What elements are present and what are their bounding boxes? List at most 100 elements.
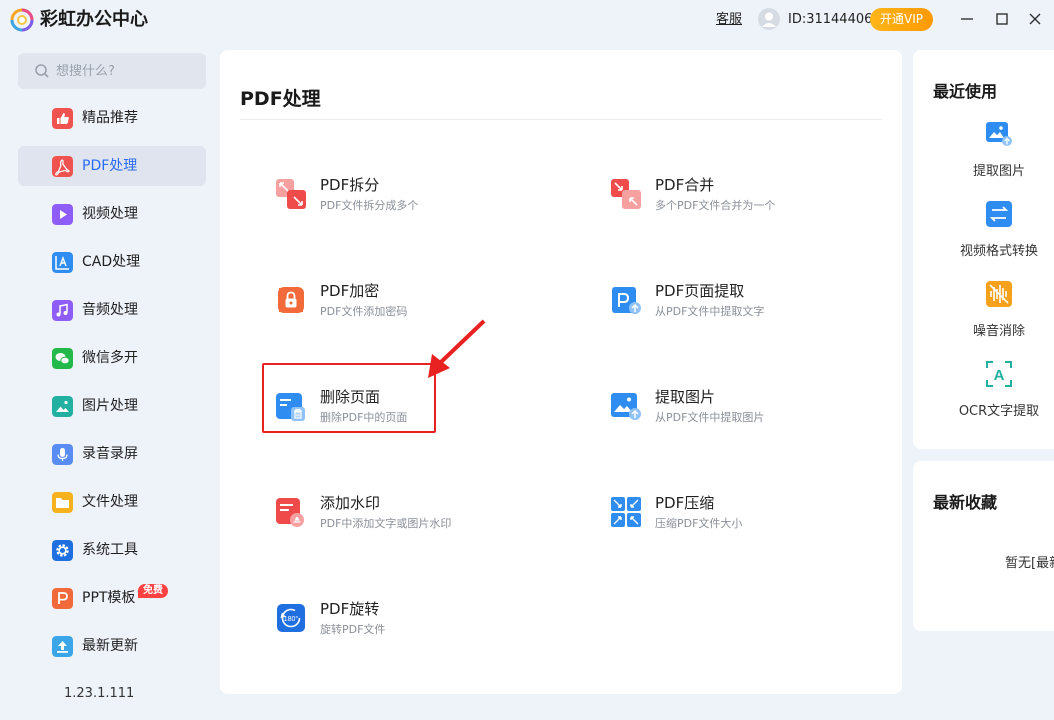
watermark-icon bbox=[276, 498, 304, 527]
sidebar-item-featured[interactable]: 精品推荐 bbox=[18, 98, 206, 138]
divider bbox=[240, 119, 882, 120]
support-link[interactable]: 客服 bbox=[716, 11, 742, 29]
tool-desc: PDF中添加文字或图片水印 bbox=[320, 517, 452, 530]
tool-name: PDF拆分 bbox=[320, 176, 380, 194]
tool-pdf-rotate[interactable]: 180° PDF旋转 旋转PDF文件 bbox=[275, 599, 535, 649]
sidebar-item-label: 最新更新 bbox=[82, 638, 138, 654]
sidebar-item-label: CAD处理 bbox=[82, 254, 141, 270]
close-icon[interactable] bbox=[1025, 9, 1045, 29]
thumbs-up-icon bbox=[52, 108, 73, 129]
search-icon bbox=[35, 64, 49, 78]
recent-item-noise-reduction[interactable]: 噪音消除 bbox=[913, 280, 1054, 350]
sidebar-item-label: 图片处理 bbox=[82, 398, 138, 414]
favorites-title: 最新收藏 bbox=[933, 493, 998, 512]
folder-icon bbox=[52, 492, 73, 513]
avatar[interactable] bbox=[758, 8, 780, 30]
upload-icon bbox=[52, 636, 73, 657]
image-icon bbox=[52, 396, 73, 417]
extract-image-icon bbox=[611, 393, 641, 420]
tool-desc: 从PDF文件中提取图片 bbox=[655, 411, 765, 424]
tool-desc: 旋转PDF文件 bbox=[320, 623, 386, 636]
recent-item-label: 提取图片 bbox=[972, 164, 1025, 179]
sidebar-item-label: PDF处理 bbox=[82, 158, 138, 174]
play-icon bbox=[52, 204, 73, 225]
sidebar-item-label: 系统工具 bbox=[82, 542, 138, 558]
recent-item-label: 噪音消除 bbox=[972, 324, 1025, 339]
ocr-icon: A bbox=[986, 361, 1012, 387]
recent-panel: 最近使用 提取图片 视频格式转换 噪音消除 A OCR文字提取 bbox=[913, 50, 1054, 449]
recent-item-video-convert[interactable]: 视频格式转换 bbox=[913, 200, 1054, 270]
sidebar-item-label: 视频处理 bbox=[82, 206, 138, 222]
open-vip-button[interactable]: 开通VIP bbox=[870, 8, 933, 31]
main-panel: PDF处理 PDF拆分 PDF文件拆分成多个 PDF合并 多个PDF文件合并为一… bbox=[220, 50, 902, 694]
title-bar: 彩虹办公中心 客服 ID:31144406 开通VIP bbox=[0, 0, 1054, 40]
favorites-panel: 最新收藏 暂无[最新收藏] bbox=[913, 461, 1054, 631]
tool-desc: PDF文件拆分成多个 bbox=[320, 199, 419, 212]
video-convert-icon bbox=[986, 201, 1012, 227]
tool-pdf-encrypt[interactable]: PDF加密 PDF文件添加密码 bbox=[275, 281, 535, 331]
wechat-icon bbox=[52, 348, 73, 369]
minimize-icon[interactable] bbox=[957, 9, 977, 29]
pdf-compress-icon bbox=[611, 497, 641, 527]
tool-name: PDF合并 bbox=[655, 176, 715, 194]
sidebar-item-system-tools[interactable]: 系统工具 bbox=[18, 530, 206, 570]
pdf-extract-page-icon bbox=[612, 287, 641, 314]
sidebar-item-label: 音频处理 bbox=[82, 302, 138, 318]
recent-item-label: 视频格式转换 bbox=[959, 244, 1038, 259]
tool-name: PDF旋转 bbox=[320, 600, 380, 618]
tool-name: 添加水印 bbox=[320, 494, 381, 512]
search-box[interactable] bbox=[18, 53, 206, 89]
sidebar-item-record[interactable]: 录音录屏 bbox=[18, 434, 206, 474]
maximize-icon[interactable] bbox=[992, 9, 1012, 29]
sidebar-item-label: 文件处理 bbox=[82, 494, 138, 510]
sidebar-item-label: 录音录屏 bbox=[82, 446, 138, 462]
sidebar-item-video[interactable]: 视频处理 bbox=[18, 194, 206, 234]
sidebar-item-label: 精品推荐 bbox=[82, 110, 138, 126]
gear-icon bbox=[52, 540, 73, 561]
sidebar-item-image[interactable]: 图片处理 bbox=[18, 386, 206, 426]
music-icon bbox=[52, 300, 73, 321]
tool-pdf-compress[interactable]: PDF压缩 压缩PDF文件大小 bbox=[610, 493, 870, 543]
sidebar-item-label: 微信多开 bbox=[82, 350, 138, 366]
tool-desc: PDF文件添加密码 bbox=[320, 305, 408, 318]
recent-item-ocr[interactable]: A OCR文字提取 bbox=[913, 360, 1054, 430]
tool-desc: 压缩PDF文件大小 bbox=[655, 517, 743, 530]
pdf-rotate-icon: 180° bbox=[277, 604, 305, 632]
tool-pdf-page-extract[interactable]: PDF页面提取 从PDF文件中提取文字 bbox=[610, 281, 870, 331]
tool-name: PDF加密 bbox=[320, 282, 380, 300]
free-badge: 免费 bbox=[138, 584, 168, 598]
sidebar-item-label: PPT模板 bbox=[82, 590, 136, 606]
svg-text:A: A bbox=[994, 367, 1005, 384]
recent-title: 最近使用 bbox=[933, 82, 998, 101]
tool-pdf-split[interactable]: PDF拆分 PDF文件拆分成多个 bbox=[275, 175, 535, 225]
user-icon bbox=[762, 12, 776, 27]
sidebar-item-wechat[interactable]: 微信多开 bbox=[18, 338, 206, 378]
tool-name: PDF压缩 bbox=[655, 494, 715, 512]
tool-name: PDF页面提取 bbox=[655, 282, 745, 300]
sidebar-item-audio[interactable]: 音频处理 bbox=[18, 290, 206, 330]
tool-name: 提取图片 bbox=[655, 388, 716, 406]
tool-extract-image[interactable]: 提取图片 从PDF文件中提取图片 bbox=[610, 387, 870, 437]
sidebar-item-latest-update[interactable]: 最新更新 bbox=[18, 626, 206, 666]
pdf-split-icon bbox=[276, 179, 306, 209]
tool-desc: 从PDF文件中提取文字 bbox=[655, 305, 765, 318]
search-input[interactable] bbox=[56, 53, 196, 89]
recent-item-label: OCR文字提取 bbox=[958, 404, 1040, 419]
noise-reduction-icon bbox=[986, 281, 1012, 307]
svg-text:180°: 180° bbox=[284, 615, 299, 623]
user-id: ID:31144406 bbox=[788, 12, 873, 27]
pdf-merge-icon bbox=[611, 179, 641, 209]
sidebar-item-file[interactable]: 文件处理 bbox=[18, 482, 206, 522]
favorites-empty-text: 暂无[最新收藏] bbox=[1005, 556, 1054, 571]
pdf-icon bbox=[52, 156, 73, 177]
ppt-icon bbox=[52, 588, 73, 609]
tool-pdf-merge[interactable]: PDF合并 多个PDF文件合并为一个 bbox=[610, 175, 870, 225]
annotation-arrow-icon bbox=[428, 319, 486, 378]
sidebar-item-pdf[interactable]: PDF处理 bbox=[18, 146, 206, 186]
version-label: 1.23.1.111 bbox=[64, 686, 135, 701]
tool-add-watermark[interactable]: 添加水印 PDF中添加文字或图片水印 bbox=[275, 493, 535, 543]
sidebar-item-cad[interactable]: CAD处理 bbox=[18, 242, 206, 282]
sidebar-item-ppt-template[interactable]: PPT模板 免费 bbox=[18, 578, 206, 618]
tool-desc: 多个PDF文件合并为一个 bbox=[655, 199, 776, 212]
recent-item-extract-image[interactable]: 提取图片 bbox=[913, 120, 1054, 190]
